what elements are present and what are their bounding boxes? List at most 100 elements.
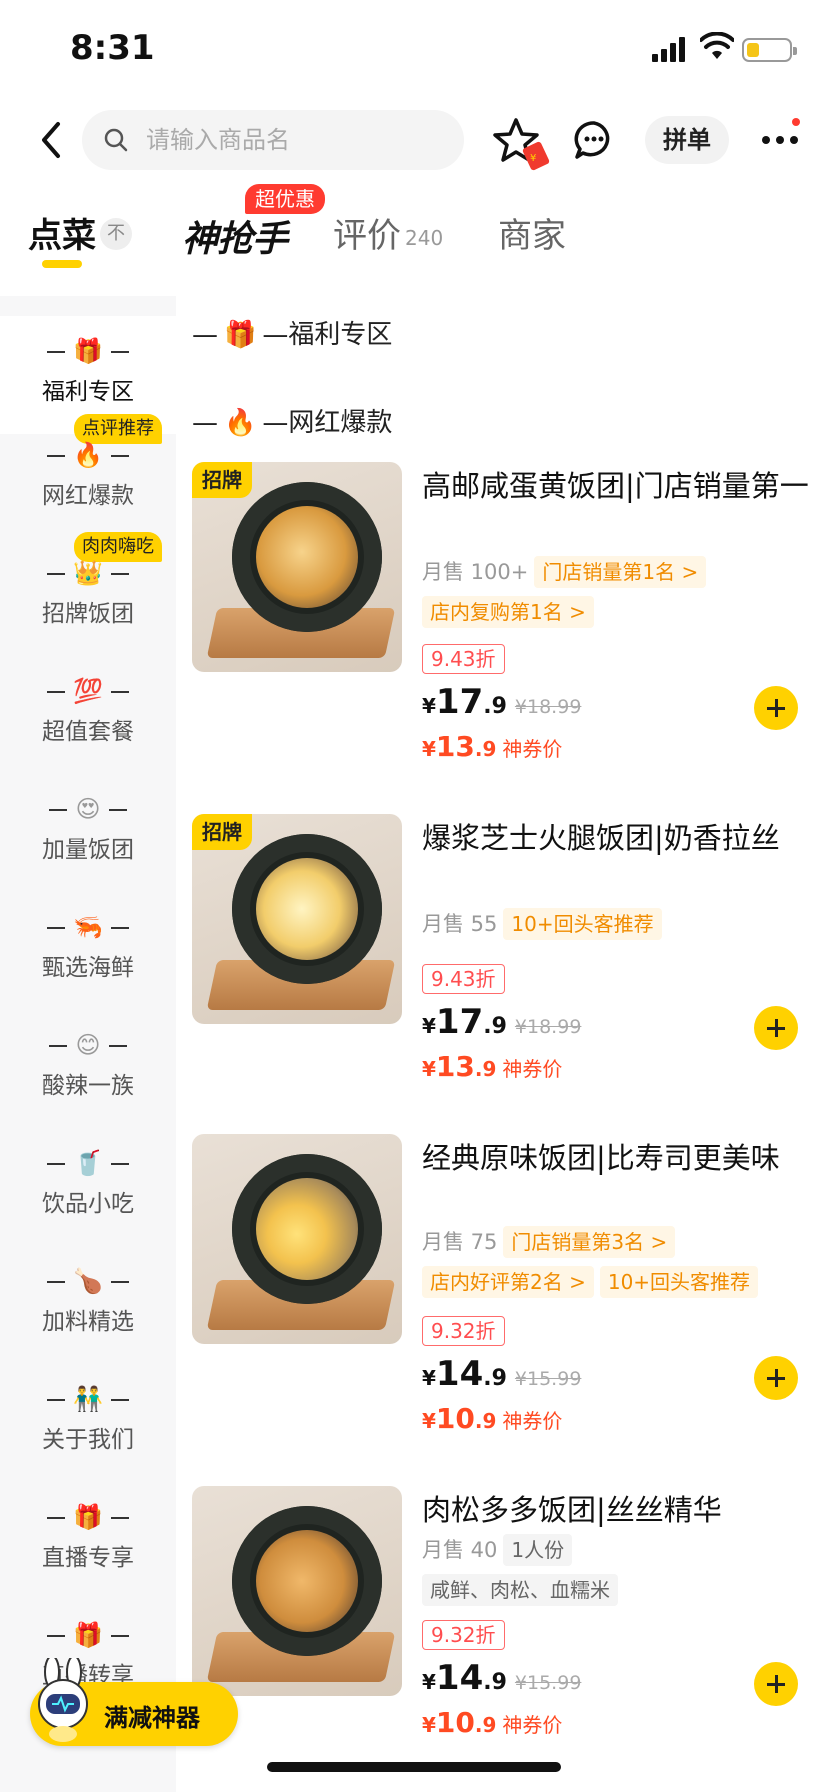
back-arrow-icon[interactable] xyxy=(32,118,72,162)
discount-badge: 9.43折 xyxy=(422,964,505,994)
cellular-signal-icon xyxy=(652,36,688,62)
rank-chip[interactable]: 店内好评第2名 > xyxy=(422,1266,594,1298)
tab-merchant[interactable]: 商家 xyxy=(498,208,566,257)
search-input[interactable] xyxy=(146,118,446,162)
fire-icon: 🔥 xyxy=(73,441,103,469)
sidebar-item-combo[interactable]: 💯 超值套餐 xyxy=(0,656,176,774)
promo-label: 满减神器 xyxy=(104,1704,200,1732)
sidebar-item-label: 网红爆款 xyxy=(42,483,134,509)
coupon-price: ¥13.9 神券价 xyxy=(422,1050,563,1083)
shrimp-icon: 🦐 xyxy=(73,913,103,941)
sidebar-item-label: 加料精选 xyxy=(42,1309,134,1335)
coupon-price: ¥13.9 神券价 xyxy=(422,730,563,763)
add-to-cart-button[interactable] xyxy=(754,1356,798,1400)
product-title[interactable]: 高邮咸蛋黄饭团|门店销量第一 xyxy=(422,464,812,508)
status-bar: 8:31 xyxy=(0,0,828,96)
sidebar-item-label: 直播专享 xyxy=(42,1545,134,1571)
gift-icon: 🎁 xyxy=(224,320,257,350)
rank-chip[interactable]: 店内复购第1名 > xyxy=(422,596,594,628)
discount-badge: 9.32折 xyxy=(422,1620,505,1650)
product-image[interactable] xyxy=(192,1134,402,1344)
smile-icon: 😊 xyxy=(75,1031,101,1059)
sidebar-item-about-us[interactable]: 👬 关于我们 xyxy=(0,1364,176,1482)
product-sales: 月售 75 门店销量第3名 > xyxy=(422,1226,676,1258)
status-time: 8:31 xyxy=(70,28,155,68)
message-icon[interactable] xyxy=(572,118,616,162)
heart-eyes-icon: 😍 xyxy=(75,795,101,823)
product-card[interactable]: 经典原味饭团|比寿司更美味 月售 75 门店销量第3名 > 店内好评第2名 >10… xyxy=(176,1134,828,1450)
product-sales: 月售 55 10+回头客推荐 xyxy=(422,908,662,940)
discount-badge: 9.43折 xyxy=(422,644,505,674)
product-price: ¥14.9 ¥15.99 xyxy=(422,1354,582,1394)
wifi-icon xyxy=(700,32,734,59)
hundred-points-icon: 💯 xyxy=(73,677,103,705)
section-header-welfare: — 🎁 —福利专区 xyxy=(192,320,393,350)
sidebar-item-spicy-sour[interactable]: 😊 酸辣一族 xyxy=(0,1010,176,1128)
rank-chip[interactable]: 门店销量第3名 > xyxy=(503,1226,676,1258)
sidebar-item-extra-large[interactable]: 😍 加量饭团 xyxy=(0,774,176,892)
add-to-cart-button[interactable] xyxy=(754,1006,798,1050)
pin-top-icon[interactable]: 不 xyxy=(100,218,132,250)
category-sidebar: 🎁 福利专区 点评推荐 🔥 网红爆款 肉肉嗨吃 👑 招牌饭团 💯 超值套餐 😍 … xyxy=(0,296,176,1792)
sidebar-item-label: 招牌饭团 xyxy=(42,601,134,627)
gift-icon: 🎁 xyxy=(73,1621,103,1649)
add-to-cart-button[interactable] xyxy=(754,1662,798,1706)
sidebar-item-signature[interactable]: 肉肉嗨吃 👑 招牌饭团 xyxy=(0,532,176,656)
section-header-hot: — 🔥 —网红爆款 xyxy=(192,408,393,438)
original-price: ¥15.99 xyxy=(514,1672,582,1694)
sidebar-item-label: 福利专区 xyxy=(42,379,134,405)
product-card[interactable]: 招牌 爆浆芝士火腿饭团|奶香拉丝 月售 55 10+回头客推荐 9.43折 ¥17… xyxy=(176,814,828,1114)
gift-icon: 🎁 xyxy=(73,337,103,365)
product-card[interactable]: 招牌 高邮咸蛋黄饭团|门店销量第一 月售 100+ 门店销量第1名 > 店内复购第… xyxy=(176,462,828,772)
review-count: 240 xyxy=(405,226,444,250)
home-indicator[interactable] xyxy=(267,1762,561,1772)
rank-chip[interactable]: 门店销量第1名 > xyxy=(534,556,707,588)
product-title[interactable]: 爆浆芝士火腿饭团|奶香拉丝 xyxy=(422,816,812,860)
original-price: ¥18.99 xyxy=(514,1016,582,1038)
product-title[interactable]: 肉松多多饭团|丝丝精华 xyxy=(422,1488,812,1532)
coupon-price: ¥10.9 神券价 xyxy=(422,1706,563,1739)
product-image[interactable] xyxy=(192,1486,402,1696)
product-card[interactable]: 肉松多多饭团|丝丝精华 月售 40 1人份 咸鲜、肉松、血糯米 9.32折 ¥14… xyxy=(176,1486,828,1756)
gift-icon: 🎁 xyxy=(73,1503,103,1531)
battery-icon xyxy=(742,38,797,62)
drink-cup-icon: 🥤 xyxy=(73,1149,103,1177)
search-icon xyxy=(104,128,128,152)
drumstick-icon: 🍗 xyxy=(73,1267,103,1295)
product-sales: 月售 40 1人份 xyxy=(422,1534,573,1566)
rabbit-mascot-icon xyxy=(38,1658,88,1742)
group-order-button[interactable]: 拼单 xyxy=(645,116,729,164)
tab-flash-deals[interactable]: 神抢手 xyxy=(182,210,288,262)
repeat-customer-chip: 10+回头客推荐 xyxy=(599,1266,759,1298)
flavor-chip: 咸鲜、肉松、血糯米 xyxy=(422,1574,618,1606)
portion-chip: 1人份 xyxy=(503,1534,573,1566)
tab-reviews[interactable]: 评价 xyxy=(333,208,401,257)
crown-icon: 👑 xyxy=(73,559,103,587)
sidebar-item-seafood[interactable]: 🦐 甄选海鲜 xyxy=(0,892,176,1010)
tab-order[interactable]: 点菜 xyxy=(28,208,96,257)
coupon-price: ¥10.9 神券价 xyxy=(422,1402,563,1435)
super-deal-badge: 超优惠 xyxy=(245,184,325,214)
product-sales: 月售 100+ 门店销量第1名 > xyxy=(422,556,707,588)
svg-text:¥: ¥ xyxy=(530,153,536,164)
favorite-star-icon[interactable]: ¥ xyxy=(492,116,552,172)
people-icon: 👬 xyxy=(73,1385,103,1413)
discount-helper-button[interactable]: 满减神器 xyxy=(30,1658,238,1746)
more-options-icon[interactable] xyxy=(758,118,802,162)
sidebar-item-hot[interactable]: 点评推荐 🔥 网红爆款 xyxy=(0,414,176,538)
product-price: ¥17.9 ¥18.99 xyxy=(422,1002,582,1042)
product-price: ¥14.9 ¥15.99 xyxy=(422,1658,582,1698)
add-to-cart-button[interactable] xyxy=(754,686,798,730)
signature-tag: 招牌 xyxy=(192,814,252,850)
sidebar-item-live-exclusive[interactable]: 🎁 直播专享 xyxy=(0,1482,176,1600)
discount-badge: 9.32折 xyxy=(422,1316,505,1346)
sidebar-item-add-ons[interactable]: 🍗 加料精选 xyxy=(0,1246,176,1364)
product-price: ¥17.9 ¥18.99 xyxy=(422,682,582,722)
original-price: ¥18.99 xyxy=(514,696,582,718)
sidebar-item-label: 甄选海鲜 xyxy=(42,955,134,981)
product-title[interactable]: 经典原味饭团|比寿司更美味 xyxy=(422,1136,812,1180)
sidebar-item-drinks-snacks[interactable]: 🥤 饮品小吃 xyxy=(0,1128,176,1246)
repeat-customer-chip: 10+回头客推荐 xyxy=(503,908,662,940)
search-bar[interactable] xyxy=(82,110,464,170)
sidebar-item-label: 超值套餐 xyxy=(42,719,134,745)
